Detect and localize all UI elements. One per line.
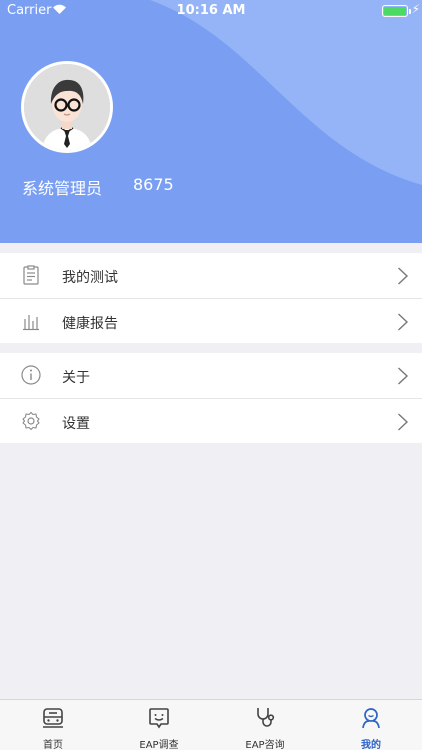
stethoscope-icon <box>257 708 275 727</box>
info-icon <box>21 365 41 385</box>
profile-screen: Carrier 10:16 AM ⚡ 系统管理员 8675 我的测试 健康报告 … <box>0 0 422 750</box>
profile-header: Carrier 10:16 AM ⚡ 系统管理员 8675 <box>0 0 422 243</box>
tab-eap-survey[interactable]: EAP调查 <box>106 700 212 750</box>
chat-face-icon <box>149 708 169 729</box>
menu-item-my-tests[interactable]: 我的测试 <box>0 253 422 298</box>
tab-label: EAP调查 <box>139 740 179 750</box>
tab-label: 首页 <box>43 740 63 750</box>
clipboard-icon <box>23 265 39 285</box>
battery-icon <box>382 5 408 17</box>
menu-item-label: 健康报告 <box>62 316 118 332</box>
chevron-right-icon <box>398 367 409 385</box>
person-icon <box>362 708 380 729</box>
chevron-right-icon <box>398 313 409 331</box>
battery-level <box>384 7 406 15</box>
tab-mine[interactable]: 我的 <box>318 700 422 750</box>
tab-eap-consult[interactable]: EAP咨询 <box>212 700 318 750</box>
menu-item-about[interactable]: 关于 <box>0 353 422 398</box>
chevron-right-icon <box>398 413 409 431</box>
menu-item-health-report[interactable]: 健康报告 <box>0 298 422 343</box>
charging-bolt-icon: ⚡ <box>411 2 420 16</box>
status-time: 10:16 AM <box>176 3 246 18</box>
menu-item-label: 设置 <box>62 416 90 432</box>
menu-group-2: 关于 设置 <box>0 353 422 443</box>
avatar-person-icon <box>24 64 110 150</box>
avatar-image <box>24 64 110 150</box>
profile-id: 8675 <box>133 175 174 194</box>
avatar[interactable] <box>21 61 113 153</box>
bus-icon <box>43 708 63 728</box>
menu-item-label: 我的测试 <box>62 270 118 286</box>
tab-label: EAP咨询 <box>245 740 285 750</box>
tab-label: 我的 <box>361 740 381 750</box>
menu-item-label: 关于 <box>62 370 90 386</box>
bar-chart-icon <box>23 315 39 331</box>
tab-bar: 首页 EAP调查 EAP咨询 我的 <box>0 699 422 750</box>
tab-home[interactable]: 首页 <box>0 700 106 750</box>
chevron-right-icon <box>398 267 409 285</box>
menu-group-1: 我的测试 健康报告 <box>0 253 422 343</box>
menu-item-settings[interactable]: 设置 <box>0 398 422 443</box>
gear-icon <box>22 411 40 431</box>
profile-name: 系统管理员 <box>22 179 103 198</box>
status-bar: Carrier 10:16 AM ⚡ <box>0 0 422 22</box>
